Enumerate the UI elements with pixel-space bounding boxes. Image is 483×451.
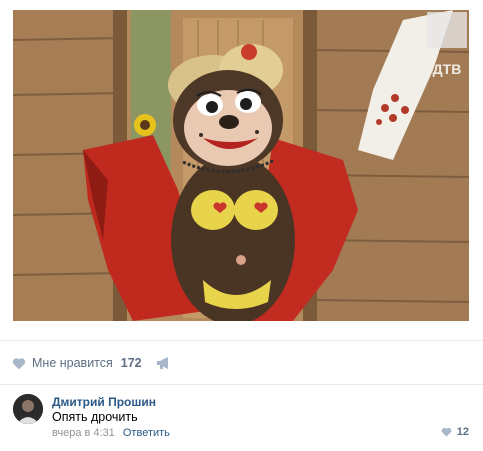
post-actions-bar: Мне нравится 172 xyxy=(0,340,483,385)
heart-icon xyxy=(12,357,26,369)
comment-item: Дмитрий Прошин Опять дрочить вчера в 4:3… xyxy=(0,386,483,446)
avatar[interactable] xyxy=(13,394,43,424)
comment-like-button[interactable]: 12 xyxy=(441,426,469,438)
comment-like-count: 12 xyxy=(456,426,469,438)
post-photo-image: ДТВ xyxy=(13,10,469,321)
comment-author[interactable]: Дмитрий Прошин xyxy=(52,395,156,409)
svg-text:ДТВ: ДТВ xyxy=(433,61,462,77)
like-count: 172 xyxy=(120,356,142,370)
comment-text: Опять дрочить xyxy=(52,410,138,424)
like-label: Мне нравится xyxy=(32,356,113,370)
like-button[interactable]: Мне нравится 172 xyxy=(12,353,142,373)
heart-icon xyxy=(441,427,452,437)
megaphone-icon[interactable] xyxy=(156,356,172,370)
post-photo[interactable]: ДТВ xyxy=(13,10,469,321)
comment-meta: вчера в 4:31 Ответить xyxy=(52,427,170,439)
comment-time[interactable]: вчера в 4:31 xyxy=(52,427,115,439)
avatar-image xyxy=(13,394,43,424)
reply-button[interactable]: Ответить xyxy=(123,427,170,439)
